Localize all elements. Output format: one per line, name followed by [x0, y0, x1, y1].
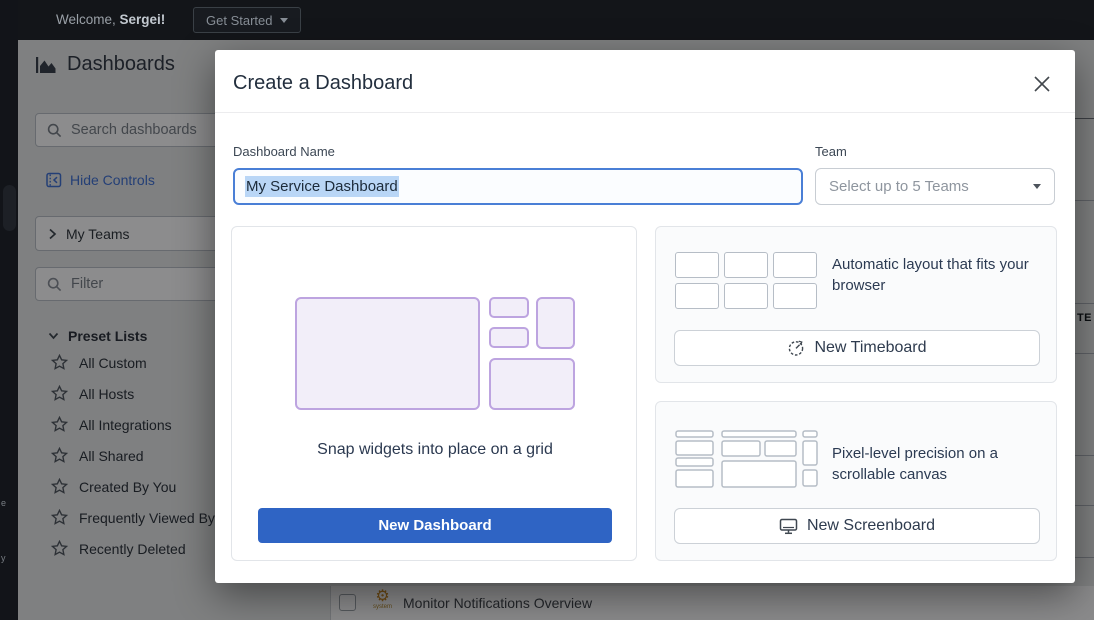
nav-highlight: [3, 185, 16, 231]
welcome-username: Sergei!: [120, 12, 166, 27]
create-dashboard-modal: Create a Dashboard Dashboard Name My Ser…: [215, 50, 1075, 583]
screenboard-caption: Pixel-level precision on a scrollable ca…: [832, 443, 1037, 485]
welcome-text: Welcome, Sergei!: [56, 12, 165, 27]
team-label: Team: [815, 144, 847, 159]
new-timeboard-button[interactable]: New Timeboard: [674, 330, 1040, 366]
auto-layout-illustration: [675, 252, 818, 309]
grid-layout-illustration: [295, 297, 575, 410]
caret-down-icon: [1033, 184, 1041, 189]
dashboard-name-input[interactable]: My Service Dashboard: [233, 168, 803, 205]
timeboard-caption: Automatic layout that fits your browser: [832, 254, 1044, 296]
free-layout-illustration: [675, 430, 818, 489]
main-nav-strip: e y: [0, 0, 18, 620]
top-bar: Welcome, Sergei! Get Started: [18, 0, 1094, 40]
team-select[interactable]: Select up to 5 Teams: [815, 168, 1055, 205]
new-screenboard-button[interactable]: New Screenboard: [674, 508, 1040, 544]
grid-card-caption: Snap widgets into place on a grid: [232, 441, 638, 459]
timeboard-clock-icon: [787, 339, 805, 357]
team-placeholder: Select up to 5 Teams: [829, 178, 969, 195]
screenboard-monitor-icon: [779, 518, 798, 535]
get-started-button[interactable]: Get Started: [193, 7, 301, 33]
modal-title: Create a Dashboard: [233, 72, 413, 95]
nav-label-fragment: y: [1, 553, 6, 563]
screenboard-card: Pixel-level precision on a scrollable ca…: [655, 401, 1057, 561]
selected-text: My Service Dashboard: [245, 176, 399, 197]
dashboard-name-label: Dashboard Name: [233, 144, 335, 159]
new-dashboard-button[interactable]: New Dashboard: [258, 508, 612, 543]
timeboard-card: Automatic layout that fits your browser …: [655, 226, 1057, 383]
close-icon[interactable]: [1032, 74, 1052, 94]
caret-down-icon: [280, 18, 288, 23]
grid-dashboard-card: Snap widgets into place on a grid New Da…: [231, 226, 637, 561]
nav-label-fragment: e: [1, 498, 6, 508]
modal-header-divider: [215, 112, 1075, 113]
